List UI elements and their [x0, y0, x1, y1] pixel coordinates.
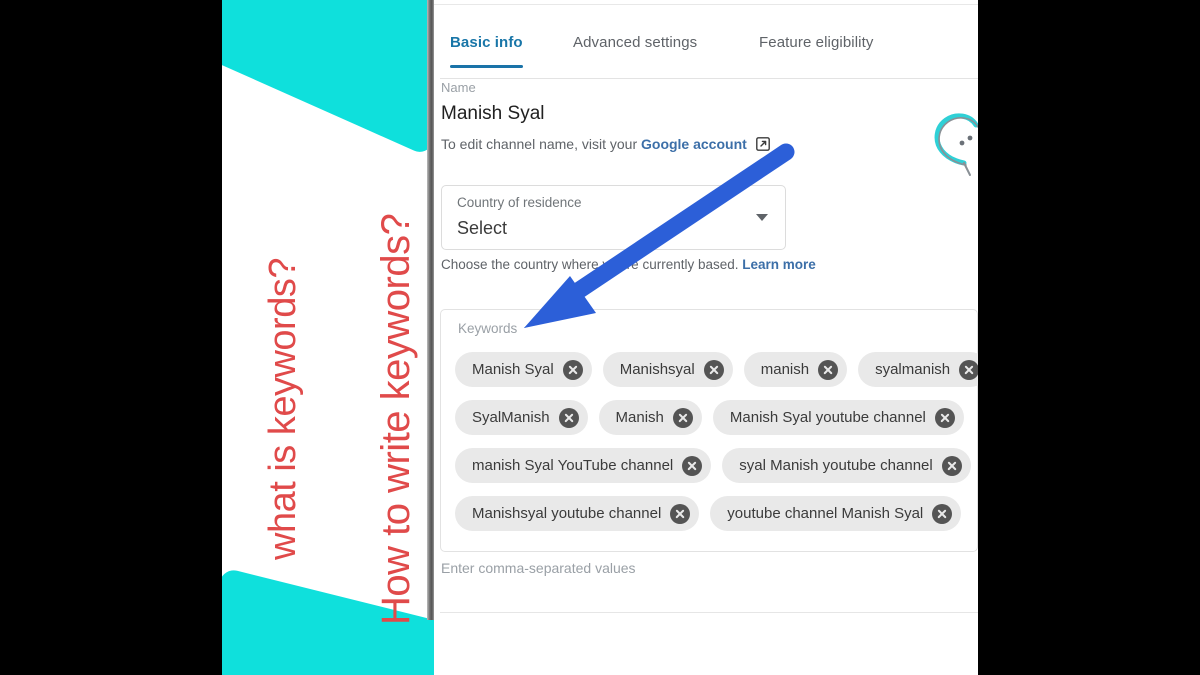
tab-feature-eligibility-label: Feature eligibility	[759, 34, 874, 51]
keyword-chip[interactable]: SyalManish	[455, 400, 588, 435]
keyword-chip[interactable]: Manishsyal youtube channel	[455, 496, 700, 531]
remove-keyword-icon[interactable]	[703, 359, 724, 380]
keyword-chip[interactable]: manish Syal YouTube channel	[455, 448, 712, 483]
overlay-panel: what is keywords? & How to write keyword…	[222, 0, 450, 675]
country-field-value: Select	[457, 218, 508, 238]
keyword-chip-label: SyalManish	[472, 409, 550, 426]
keyword-chip-label: syalmanish	[875, 361, 951, 378]
country-of-residence-select[interactable]: Country of residence Select	[441, 185, 786, 250]
keyword-chip-label: syal Manish youtube channel	[739, 457, 933, 474]
keyword-chip-label: Manishsyal youtube channel	[472, 505, 662, 522]
name-field-label: Name	[441, 80, 476, 95]
tab-active-indicator	[450, 65, 523, 68]
overlay-text-line1: what is keywords?	[262, 258, 304, 560]
teal-shape-top	[222, 0, 450, 157]
keyword-chip-row: Manishsyal youtube channel youtube channe…	[455, 496, 978, 544]
keywords-input-box[interactable]: Keywords Manish Syal Manishsyal manish syal…	[440, 309, 978, 552]
keyword-chip[interactable]: Manishsyal	[602, 352, 733, 387]
remove-keyword-icon[interactable]	[670, 503, 691, 524]
name-field-value: Manish Syal	[441, 103, 545, 124]
remove-keyword-icon[interactable]	[818, 359, 839, 380]
tab-advanced-settings[interactable]: Advanced settings	[573, 34, 697, 55]
bottom-rule	[440, 612, 978, 613]
panel-divider	[427, 0, 434, 620]
remove-keyword-icon[interactable]	[672, 407, 693, 428]
remove-keyword-icon[interactable]	[558, 407, 579, 428]
keyword-chip-label: youtube channel Manish Syal	[727, 505, 924, 522]
country-field-help: Choose the country where you're currentl…	[441, 257, 816, 272]
doodle-icon	[912, 105, 978, 182]
remove-keyword-icon[interactable]	[959, 359, 978, 380]
keyword-chip[interactable]: Manish	[598, 400, 702, 435]
overlay-text-line2: How to write keywords?	[374, 213, 418, 625]
tab-basic-info[interactable]: Basic info	[450, 34, 523, 68]
remove-keyword-icon[interactable]	[682, 455, 703, 476]
keyword-chip-label: Manishsyal	[619, 361, 695, 378]
screenshot-root: what is keywords? & How to write keyword…	[0, 0, 1200, 675]
remove-keyword-icon[interactable]	[941, 455, 962, 476]
country-field-label: Country of residence	[457, 195, 582, 210]
country-help-text: Choose the country where you're currentl…	[441, 257, 739, 272]
keyword-chip-label: Manish Syal	[472, 361, 554, 378]
keywords-field-label: Keywords	[458, 321, 518, 336]
tab-basic-info-label: Basic info	[450, 34, 523, 51]
keyword-chip[interactable]: syal Manish youtube channel	[722, 448, 971, 483]
keyword-chip-row: SyalManish Manish Manish Syal youtube chan…	[455, 400, 978, 448]
tab-advanced-settings-label: Advanced settings	[573, 34, 698, 51]
channel-settings-panel: Basic info Advanced settings Feature eli…	[434, 0, 978, 675]
chevron-down-icon[interactable]	[756, 214, 768, 221]
keyword-chip-label: Manish	[615, 409, 664, 426]
top-rule	[434, 4, 978, 5]
remove-keyword-icon[interactable]	[934, 407, 955, 428]
external-link-icon[interactable]	[755, 137, 770, 154]
keyword-chip[interactable]: syalmanish	[858, 352, 978, 387]
google-account-link[interactable]: Google account	[641, 136, 747, 152]
keyword-chip[interactable]: Manish Syal youtube channel	[712, 400, 964, 435]
keyword-chip-row: manish Syal YouTube channel syal Manish y…	[455, 448, 978, 496]
keywords-field-help: Enter comma-separated values	[441, 560, 636, 576]
keyword-chip[interactable]: youtube channel Manish Syal	[710, 496, 962, 531]
tabs-rule	[440, 78, 978, 79]
keyword-chip-label: Manish Syal youtube channel	[729, 409, 926, 426]
settings-tabs[interactable]: Basic info Advanced settings Feature eli…	[434, 34, 978, 78]
keyword-chip-list: Manish Syal Manishsyal manish syalmanish Sya…	[455, 352, 978, 544]
keyword-chip-row: Manish Syal Manishsyal manish syalmanish	[455, 352, 978, 400]
keyword-chip-label: manish	[760, 361, 810, 378]
learn-more-link[interactable]: Learn more	[742, 257, 816, 272]
tab-feature-eligibility[interactable]: Feature eligibility	[759, 34, 873, 55]
name-hint-prefix: To edit channel name, visit your	[441, 136, 638, 152]
keyword-chip-label: manish Syal YouTube channel	[472, 457, 674, 474]
remove-keyword-icon[interactable]	[932, 503, 953, 524]
remove-keyword-icon[interactable]	[562, 359, 583, 380]
keyword-chip[interactable]: manish	[743, 352, 848, 387]
keyword-chip[interactable]: Manish Syal	[455, 352, 592, 387]
name-field-hint: To edit channel name, visit your Google …	[441, 136, 770, 154]
